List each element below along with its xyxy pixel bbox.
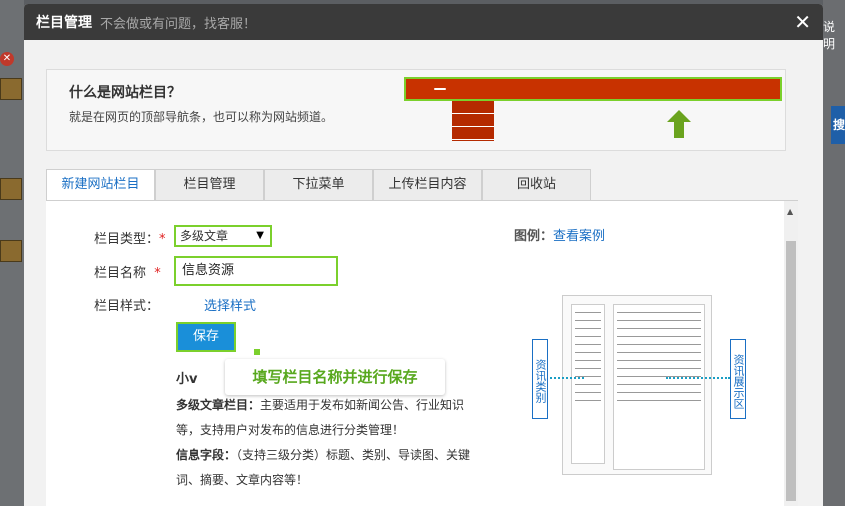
info-box: 什么是网站栏目？ 就是在网页的顶部导航条，也可以称为网站频道。 [46,69,786,151]
background-text: 说明 [823,20,836,51]
modal-header: 栏目管理 不会做或有问题，找客服！ ✕ [24,4,823,40]
view-example-link[interactable]: 查看案例 [553,229,605,244]
modal-subtitle: 不会做或有问题，找客服！ [100,16,257,32]
connector-line [666,377,730,379]
layout-diagram [562,295,712,475]
info-title: 什么是网站栏目？ [69,85,181,101]
scrollbar[interactable]: ▲ [784,201,798,506]
tab-column-management[interactable]: 栏目管理 [155,169,264,201]
close-icon[interactable]: ✕ [794,10,811,34]
category-label: 资讯类别 [532,339,548,419]
edit-icon [0,178,22,200]
chevron-down-icon: ▼ [256,230,264,241]
nav-bar-illustration [404,77,782,101]
diagram-content-column [613,304,705,470]
background-left-strip: ✕ [0,0,24,506]
select-style-link[interactable]: 选择样式 [204,295,256,314]
background-search-button: 搜 [831,106,845,144]
column-name-input[interactable]: 信息资源 [174,256,338,286]
tab-bar: 新建网站栏目 栏目管理 下拉菜单 上传栏目内容 回收站 [46,169,591,201]
column-name-label: 栏目名称 * [94,266,161,281]
example-label: 图例：查看案例 [514,229,606,244]
column-management-modal: 栏目管理 不会做或有问题，找客服！ ✕ 什么是网站栏目？ 就是在网页的顶部导航条… [24,4,823,506]
description-text: 多级文章栏目：主要适用于发布如新闻公告、行业知识等，支持用户对发布的信息进行分类… [176,398,471,487]
column-type-label: 栏目类型：* [94,232,166,247]
arrow-up-icon [667,110,691,138]
column-style-label: 栏目样式： [94,299,160,314]
diagram-category-column [571,304,605,464]
scrollbar-thumb[interactable] [786,241,796,501]
save-button[interactable]: 保存 [176,322,236,352]
modal-title: 栏目管理 [36,15,92,31]
background-right-strip: 说明 搜 [823,0,845,506]
display-area-label: 资讯展示区 [730,339,746,419]
tab-dropdown-menu[interactable]: 下拉菜单 [264,169,373,201]
scroll-up-icon[interactable]: ▲ [787,207,793,216]
dropdown-illustration [452,101,494,141]
connector-line [550,377,584,379]
close-icon: ✕ [0,52,14,66]
tab-upload-content[interactable]: 上传栏目内容 [373,169,482,201]
edit-icon [0,78,22,100]
content-panel: ▲ 栏目类型：* 多级文章 ▼ 栏目名称 * 信息资源 栏目样式： 选择样式 保… [46,200,798,506]
tab-recycle-bin[interactable]: 回收站 [482,169,591,201]
description-heading: 小v [176,372,198,387]
info-description: 就是在网页的顶部导航条，也可以称为网站频道。 [69,110,334,124]
tab-new-column[interactable]: 新建网站栏目 [46,169,155,201]
column-type-select[interactable]: 多级文章 ▼ [174,225,272,247]
edit-icon [0,240,22,262]
